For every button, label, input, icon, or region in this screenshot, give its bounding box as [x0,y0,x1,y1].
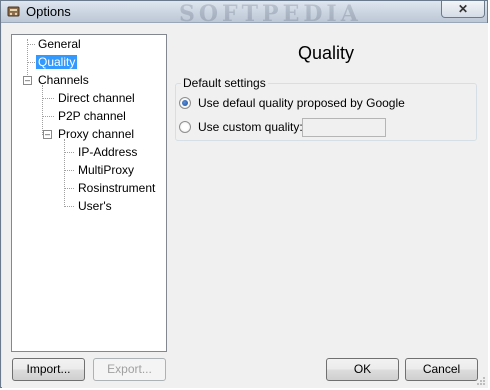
tree-line [27,44,35,45]
tree-line [64,139,65,207]
group-label: Default settings [181,76,268,90]
options-tree[interactable]: – – General Quality Channels Direct chan… [11,34,167,352]
tree-item-label: Direct channel [58,91,135,105]
custom-quality-label[interactable]: Use custom quality: [198,120,303,134]
custom-quality-input[interactable] [302,118,386,137]
tree-item-label: User's [78,199,112,213]
ok-button[interactable]: OK [326,358,399,381]
tree-item-proxy-channel[interactable]: Proxy channel [58,126,134,142]
tree-item-general[interactable]: General [38,36,81,52]
cancel-button[interactable]: Cancel [405,358,478,381]
default-quality-label[interactable]: Use defaul quality proposed by Google [198,96,405,110]
close-icon: ✕ [457,2,469,16]
tree-line [42,85,43,135]
tree-item-quality[interactable]: Quality [36,54,78,70]
tree-line [64,170,74,171]
default-quality-radio[interactable] [179,97,191,109]
tree-item-label: P2P channel [58,109,126,123]
tree-line [64,152,74,153]
tree-line [42,116,54,117]
tree-item-ip-address[interactable]: IP-Address [78,144,137,160]
custom-quality-radio[interactable] [179,121,191,133]
tree-item-label: MultiProxy [78,163,135,177]
close-button[interactable]: ✕ [441,1,485,18]
tree-item-label: Proxy channel [58,127,135,141]
tree-item-channels[interactable]: Channels [38,72,89,88]
tree-item-multiproxy[interactable]: MultiProxy [78,162,134,178]
tree-line [64,206,74,207]
tree-item-label: Quality [36,55,78,69]
tree-line [64,188,74,189]
page-title: Quality [298,43,355,63]
tree-item-p2p-channel[interactable]: P2P channel [58,108,126,124]
import-button[interactable]: Import... [12,358,85,381]
tree-line [42,98,54,99]
tree-item-direct-channel[interactable]: Direct channel [58,90,135,106]
export-button[interactable]: Export... [93,358,166,381]
tree-item-label: IP-Address [78,145,138,159]
title-bar[interactable]: Options SOFTPEDIA ✕ [1,1,487,27]
resize-grip-icon[interactable] [476,376,486,386]
tree-item-users[interactable]: User's [78,198,112,214]
window-title: Options [26,4,71,19]
collapse-icon[interactable]: – [23,76,32,85]
options-app-icon [7,6,20,17]
tree-line [27,62,35,63]
tree-item-rosinstrument[interactable]: Rosinstrument [78,180,155,196]
tree-item-label: Channels [38,73,89,87]
dialog-client-area: – – General Quality Channels Direct chan… [2,23,488,388]
tree-item-label: Rosinstrument [78,181,156,195]
options-window: Options SOFTPEDIA ✕ – – General Quality … [0,0,488,388]
tree-item-label: General [38,37,81,51]
collapse-icon[interactable]: – [43,130,52,139]
